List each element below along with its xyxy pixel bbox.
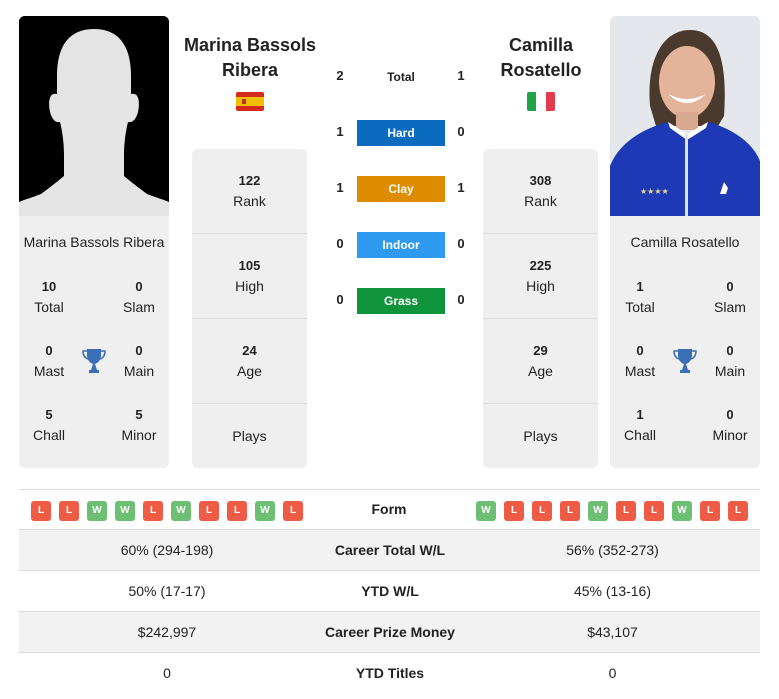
titles-chall: 1 Chall xyxy=(624,407,656,443)
h2h-row-clay: 1 Clay 1 xyxy=(330,176,470,202)
player-name-line2: Rosatello xyxy=(500,60,582,80)
stat-row-ytd-wl: 50% (17-17) YTD W/L 45% (13-16) xyxy=(19,571,760,612)
stat-row-ytd-titles: 0 YTD Titles 0 xyxy=(19,653,760,694)
form-badge-loss[interactable]: L xyxy=(616,501,636,521)
stat-label: Career Prize Money xyxy=(325,624,455,640)
form-label: Form xyxy=(371,501,407,517)
h2h-right-count: 0 xyxy=(457,124,465,139)
stat-right-value: 45% (13-16) xyxy=(573,583,652,599)
stat-label: Career Total W/L xyxy=(334,542,446,558)
titles-slam: 0 Slam xyxy=(714,279,746,315)
form-badge-loss[interactable]: L xyxy=(143,501,163,521)
form-badge-loss[interactable]: L xyxy=(560,501,580,521)
h2h-right-count: 0 xyxy=(457,236,465,251)
titles-total: 1 Total xyxy=(625,279,655,315)
svg-text:★★★★: ★★★★ xyxy=(640,187,669,196)
rank-cell: 122 Rank xyxy=(192,149,307,234)
titles-main: 0 Main xyxy=(123,343,155,379)
player-name[interactable]: Camilla Rosatello xyxy=(610,234,760,250)
stat-left-value: 0 xyxy=(163,665,171,681)
h2h-right-count: 1 xyxy=(457,68,465,83)
player-name-line2: Ribera xyxy=(221,60,279,80)
form-badge-loss[interactable]: L xyxy=(700,501,720,521)
titles-mast: 0 Mast xyxy=(624,343,656,379)
form-badge-loss[interactable]: L xyxy=(728,501,748,521)
form-badge-loss[interactable]: L xyxy=(644,501,664,521)
form-badge-loss[interactable]: L xyxy=(504,501,524,521)
form-badge-loss[interactable]: L xyxy=(283,501,303,521)
stat-label: YTD Titles xyxy=(355,665,425,681)
high-cell: 105 High xyxy=(192,234,307,319)
ranking-card-left: 122 Rank 105 High 24 Age Plays xyxy=(192,149,307,468)
titles-chall: 5 Chall xyxy=(33,407,65,443)
surface-button-grass[interactable]: Grass xyxy=(357,288,445,314)
h2h-row-hard: 1 Hard 0 xyxy=(330,120,470,146)
h2h-left-count: 2 xyxy=(336,68,344,83)
player-name-header-left[interactable]: Marina Bassols Ribera xyxy=(175,33,325,83)
h2h-surface-total: Total xyxy=(387,70,415,84)
h2h-left-count: 1 xyxy=(336,124,344,139)
titles-slam: 0 Slam xyxy=(123,279,155,315)
player-name-line1: Marina Bassols xyxy=(183,35,317,55)
h2h-right-count: 1 xyxy=(457,180,465,195)
surface-button-hard[interactable]: Hard xyxy=(357,120,445,146)
player-name-header-right[interactable]: Camilla Rosatello xyxy=(466,33,616,83)
stat-left-value: 50% (17-17) xyxy=(128,583,206,599)
h2h-left-count: 0 xyxy=(336,292,344,307)
stat-row-career-total-wl: 60% (294-198) Career Total W/L 56% (352-… xyxy=(19,530,760,571)
form-badge-win[interactable]: W xyxy=(588,501,608,521)
titles-minor: 0 Minor xyxy=(712,407,748,443)
age-cell: 29 Age xyxy=(483,319,598,404)
h2h-right-count: 0 xyxy=(457,292,465,307)
form-badge-win[interactable]: W xyxy=(255,501,275,521)
italy-flag-icon xyxy=(527,92,555,111)
titles-card-right: Camilla Rosatello 1 Total 0 Slam 0 Mast … xyxy=(610,216,760,468)
stat-right-value: $43,107 xyxy=(587,624,638,640)
form-badge-win[interactable]: W xyxy=(87,501,107,521)
h2h-row-grass: 0 Grass 0 xyxy=(330,288,470,314)
stat-row-career-prize-money: $242,997 Career Prize Money $43,107 xyxy=(19,612,760,653)
ranking-card-right: 308 Rank 225 High 29 Age Plays xyxy=(483,149,598,468)
player-name-line1: Camilla xyxy=(508,35,574,55)
trophy-icon xyxy=(673,349,697,373)
player-photo-left xyxy=(19,16,169,216)
high-cell: 225 High xyxy=(483,234,598,319)
titles-main: 0 Main xyxy=(714,343,746,379)
titles-total: 10 Total xyxy=(34,279,64,315)
form-badge-loss[interactable]: L xyxy=(227,501,247,521)
age-cell: 24 Age xyxy=(192,319,307,404)
h2h-row-indoor: 0 Indoor 0 xyxy=(330,232,470,258)
form-badge-loss[interactable]: L xyxy=(532,501,552,521)
form-badge-loss[interactable]: L xyxy=(59,501,79,521)
plays-cell: Plays xyxy=(232,428,267,444)
titles-mast: 0 Mast xyxy=(33,343,65,379)
titles-card-left: Marina Bassols Ribera 10 Total 0 Slam 0 … xyxy=(19,216,169,468)
stat-label: YTD W/L xyxy=(361,583,419,599)
trophy-icon xyxy=(82,349,106,373)
form-badge-win[interactable]: W xyxy=(115,501,135,521)
rank-cell: 308 Rank xyxy=(483,149,598,234)
stat-left-value: 60% (294-198) xyxy=(120,542,214,558)
form-badge-win[interactable]: W xyxy=(672,501,692,521)
form-badge-loss[interactable]: L xyxy=(31,501,51,521)
player-name[interactable]: Marina Bassols Ribera xyxy=(19,234,169,250)
player-portrait-icon: ★★★★ xyxy=(610,16,760,216)
plays-cell: Plays xyxy=(523,428,558,444)
spain-flag-icon xyxy=(236,92,264,111)
h2h-left-count: 0 xyxy=(336,236,344,251)
form-badge-win[interactable]: W xyxy=(171,501,191,521)
stat-right-value: 56% (352-273) xyxy=(566,542,659,558)
surface-button-clay[interactable]: Clay xyxy=(357,176,445,202)
form-row: LLWWLWLLWL Form WLLLWLLWLL xyxy=(19,489,760,530)
form-badge-win[interactable]: W xyxy=(476,501,496,521)
player-photo-right: ★★★★ xyxy=(610,16,760,216)
h2h-left-count: 1 xyxy=(336,180,344,195)
titles-minor: 5 Minor xyxy=(121,407,157,443)
silhouette-icon xyxy=(19,16,169,216)
h2h-row-total: 2 Total 1 xyxy=(330,64,470,90)
stat-left-value: $242,997 xyxy=(137,624,197,640)
surface-button-indoor[interactable]: Indoor xyxy=(357,232,445,258)
form-badge-loss[interactable]: L xyxy=(199,501,219,521)
stat-right-value: 0 xyxy=(608,665,617,681)
